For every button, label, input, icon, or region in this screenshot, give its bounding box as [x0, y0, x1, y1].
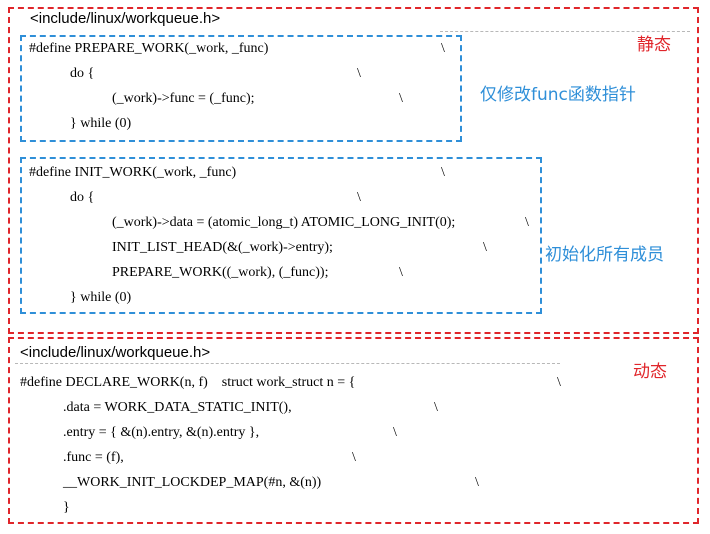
init-work-backslash-2: \	[357, 190, 361, 205]
prepare-work-note: 仅修改func函数指针	[480, 85, 636, 105]
declare-work-backslash-3: \	[393, 425, 397, 440]
init-work-note: 初始化所有成员	[545, 245, 664, 265]
init-work-line-2: do {	[70, 190, 95, 205]
declare-work-backslash-2: \	[434, 400, 438, 415]
declare-work-line-1: #define DECLARE_WORK(n, f) struct work_s…	[20, 375, 356, 390]
dynamic-header: <include/linux/workqueue.h>	[20, 344, 211, 361]
init-work-line-3: (_work)->data = (atomic_long_t) ATOMIC_L…	[112, 215, 456, 230]
init-work-line-4: INIT_LIST_HEAD(&(_work)->entry);	[112, 240, 333, 255]
dynamic-header-divider	[15, 363, 560, 364]
prepare-work-backslash-2: \	[357, 66, 361, 81]
init-work-backslash-5: \	[399, 265, 403, 280]
declare-work-line-3: .entry = { &(n).entry, &(n).entry },	[63, 425, 260, 440]
init-work-backslash-4: \	[483, 240, 487, 255]
declare-work-backslash-5: \	[475, 475, 479, 490]
prepare-work-backslash-1: \	[441, 41, 445, 56]
prepare-work-line-3: (_work)->func = (_func);	[112, 91, 255, 106]
static-header: <include/linux/workqueue.h>	[30, 10, 221, 27]
prepare-work-backslash-3: \	[399, 91, 403, 106]
prepare-work-line-1: #define PREPARE_WORK(_work, _func)	[29, 41, 269, 56]
init-work-line-5: PREPARE_WORK((_work), (_func));	[112, 265, 329, 280]
init-work-line-6: } while (0)	[70, 290, 132, 305]
declare-work-line-2: .data = WORK_DATA_STATIC_INIT(),	[63, 400, 292, 415]
declare-work-line-5: __WORK_INIT_LOCKDEP_MAP(#n, &(n))	[63, 475, 322, 490]
prepare-work-line-4: } while (0)	[70, 116, 132, 131]
declare-work-backslash-4: \	[352, 450, 356, 465]
init-work-backslash-1: \	[441, 165, 445, 180]
prepare-work-line-2: do {	[70, 66, 95, 81]
declare-work-backslash-1: \	[557, 375, 561, 390]
dynamic-label: 动态	[633, 362, 667, 382]
declare-work-line-4: .func = (f),	[63, 450, 124, 465]
declare-work-line-6: }	[63, 500, 70, 515]
static-label: 静态	[637, 35, 671, 55]
init-work-backslash-3: \	[525, 215, 529, 230]
init-work-line-1: #define INIT_WORK(_work, _func)	[29, 165, 237, 180]
